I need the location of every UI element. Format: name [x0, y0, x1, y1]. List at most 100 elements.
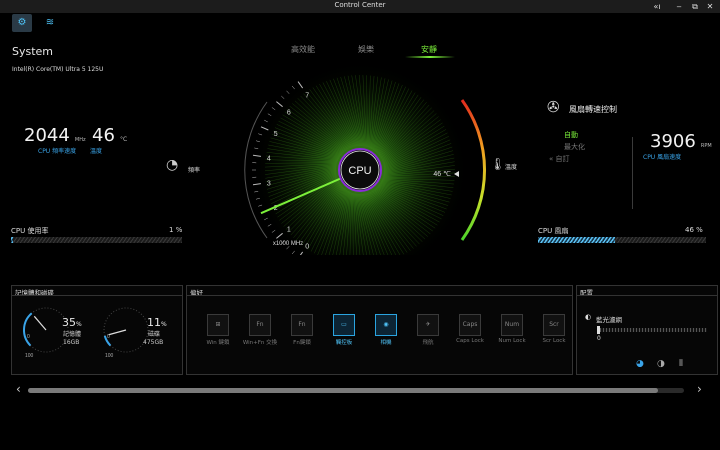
fan-usage-unit: % — [696, 226, 703, 234]
ram-gauge-needle — [33, 315, 47, 331]
win-key-lock-button[interactable]: ⊞ — [207, 314, 229, 336]
fn-lock-button[interactable]: Fn — [291, 314, 313, 336]
display-mode-icon[interactable]: ◕ — [636, 359, 644, 369]
blue-light-slider-thumb[interactable] — [597, 326, 600, 334]
panel-divider — [577, 295, 717, 296]
scroll-left-icon[interactable]: ‹ — [16, 382, 21, 396]
fan-mode-custom-label: 自訂 — [555, 155, 570, 163]
fan-mode-custom[interactable]: « 自訂 — [549, 154, 570, 164]
fan-mode-auto[interactable]: 自動 — [564, 130, 578, 140]
num-lock-button[interactable]: Num — [501, 314, 523, 336]
title-bar: Control Center «ı ‒ ⧉ ✕ — [0, 0, 720, 13]
panel-divider — [187, 295, 572, 296]
frequency-gauge-label: 頻率 — [188, 167, 201, 174]
disk-percent: 11 — [147, 316, 161, 329]
disk-percent-unit: % — [161, 321, 167, 328]
fan-usage-readout: 46 % — [685, 226, 703, 234]
feedback-icon[interactable]: «ı — [650, 1, 664, 12]
disk-readout: 11% — [147, 316, 167, 329]
window-title: Control Center — [334, 1, 386, 9]
cpu-frequency-readout: 2044 MHz — [24, 125, 86, 146]
blue-light-slider[interactable] — [597, 328, 707, 332]
ram-percent-unit: % — [76, 321, 82, 328]
disk-label: 磁碟 — [148, 331, 161, 338]
gauge-tick-label: 1 — [287, 226, 291, 233]
win-fn-swap-label: Win+Fn 交換 — [242, 340, 278, 346]
fan-swirl-icon[interactable]: ≋ — [40, 14, 60, 32]
contrast-mode-icon[interactable]: ◑ — [657, 359, 665, 369]
scr-lock-label: Scr Lock — [542, 338, 566, 344]
fan-usage-label: CPU 風扇 — [538, 227, 569, 235]
fan-rpm-unit: RPM — [700, 143, 712, 149]
caps-lock-label: Caps Lock — [456, 338, 484, 344]
fn-lock-label: Fn鍵鎖 — [293, 340, 311, 346]
restore-icon[interactable]: ⧉ — [688, 1, 702, 12]
cpu-usage-readout: 1 % — [169, 226, 182, 234]
disk-gauge-needle — [108, 329, 127, 336]
win-fn-swap-button[interactable]: Fn — [249, 314, 271, 336]
fan-rpm-readout: 3906 RPM — [650, 131, 712, 152]
cpu-temp-unit: °C — [120, 136, 128, 143]
ram-label: 記憶體 — [63, 331, 82, 338]
fan-usage-bar — [538, 237, 706, 243]
active-tab-underline — [405, 56, 455, 58]
disk-scale-max: 100 — [105, 353, 114, 359]
touchpad-label: 觸控板 — [335, 340, 353, 346]
disk-gauge: 0 100 — [103, 307, 149, 359]
cpu-temp-label: 溫度 — [90, 148, 103, 155]
tab-performance[interactable]: 高效能 — [291, 44, 315, 55]
disk-scale-min: 0 — [107, 334, 110, 340]
fan-usage-value: 46 — [685, 226, 694, 234]
airplane-button[interactable]: ✈ — [417, 314, 439, 336]
gauge-unit: x1000 MHz — [273, 241, 303, 247]
ram-percent: 35 — [62, 316, 76, 329]
camera-label: 相機 — [380, 340, 392, 346]
touchpad-button[interactable]: ▭ — [333, 314, 355, 336]
gauge-temp-readout: 46 ℃ — [433, 171, 451, 178]
blue-light-icon: ◐ — [585, 313, 592, 321]
num-lock-label: Num Lock — [498, 338, 526, 344]
win-key-lock-icon: ⊞ — [215, 321, 221, 328]
thermometer-icon: 🌡︎ — [490, 157, 506, 171]
gauge-tick-label: 3 — [267, 181, 271, 188]
close-icon[interactable]: ✕ — [703, 1, 717, 12]
sound-wave-icon[interactable]: ⦀ — [679, 359, 683, 369]
tab-quiet[interactable]: 安靜 — [421, 44, 437, 55]
cpu-temp-value: 46 — [92, 125, 115, 146]
num-lock-icon: Num — [504, 321, 520, 328]
cpu-gauge: 76543210 CPU x1000 MHz 46 ℃ — [244, 60, 486, 255]
scr-lock-icon: Scr — [549, 321, 559, 328]
cpu-frequency-label: CPU 頻率速度 — [38, 148, 77, 155]
fan-icon: ✇ — [547, 98, 560, 116]
ram-size: 16GB — [63, 339, 80, 346]
ram-readout: 35% — [62, 316, 82, 329]
scroll-right-icon[interactable]: › — [697, 382, 702, 396]
system-settings-icon[interactable]: ⚙ — [12, 14, 32, 32]
preferences-panel: 偏好 ⊞ Win 鍵鎖 Fn Win+Fn 交換 Fn Fn鍵鎖 ▭ 觸控板 ◉ 相機 ✈ 飛航 Cap… — [186, 285, 573, 375]
touchpad-icon: ▭ — [341, 321, 347, 328]
fan-control-title: 風扇轉速控制 — [569, 105, 617, 114]
blue-light-label: 藍光濾網 — [596, 316, 622, 324]
win-key-lock-label: Win 鍵鎖 — [206, 340, 230, 346]
scrollbar-thumb[interactable] — [28, 388, 658, 393]
gauge-tick-label: 0 — [305, 243, 309, 250]
camera-button[interactable]: ◉ — [375, 314, 397, 336]
caps-lock-button[interactable]: Caps — [459, 314, 481, 336]
fan-mode-max[interactable]: 最大化 — [564, 142, 585, 152]
cpu-name: Intel(R) Core(TM) Ultra 5 125U — [12, 66, 104, 73]
speedometer-icon: ◔ — [166, 157, 179, 173]
ram-scale-max: 100 — [25, 353, 34, 359]
tab-entertainment[interactable]: 娛樂 — [358, 44, 374, 55]
panel-divider — [12, 295, 182, 296]
scr-lock-button[interactable]: Scr — [543, 314, 565, 336]
memory-disk-panel: 記憶體和磁碟 0 100 35% 記憶體 16GB 0 100 11% 磁碟 4… — [11, 285, 183, 375]
fan-rpm-label: CPU 風扇速度 — [643, 154, 682, 161]
cpu-usage-bar — [11, 237, 182, 243]
gauge-tick-label: 7 — [305, 93, 309, 100]
blue-light-value: 0 — [597, 335, 601, 342]
system-title: System — [12, 45, 54, 58]
cpu-hub-label: CPU — [348, 165, 371, 177]
ram-scale-min: 0 — [27, 334, 30, 340]
ram-gauge-arc — [23, 312, 33, 347]
minimize-icon[interactable]: ‒ — [672, 1, 686, 12]
